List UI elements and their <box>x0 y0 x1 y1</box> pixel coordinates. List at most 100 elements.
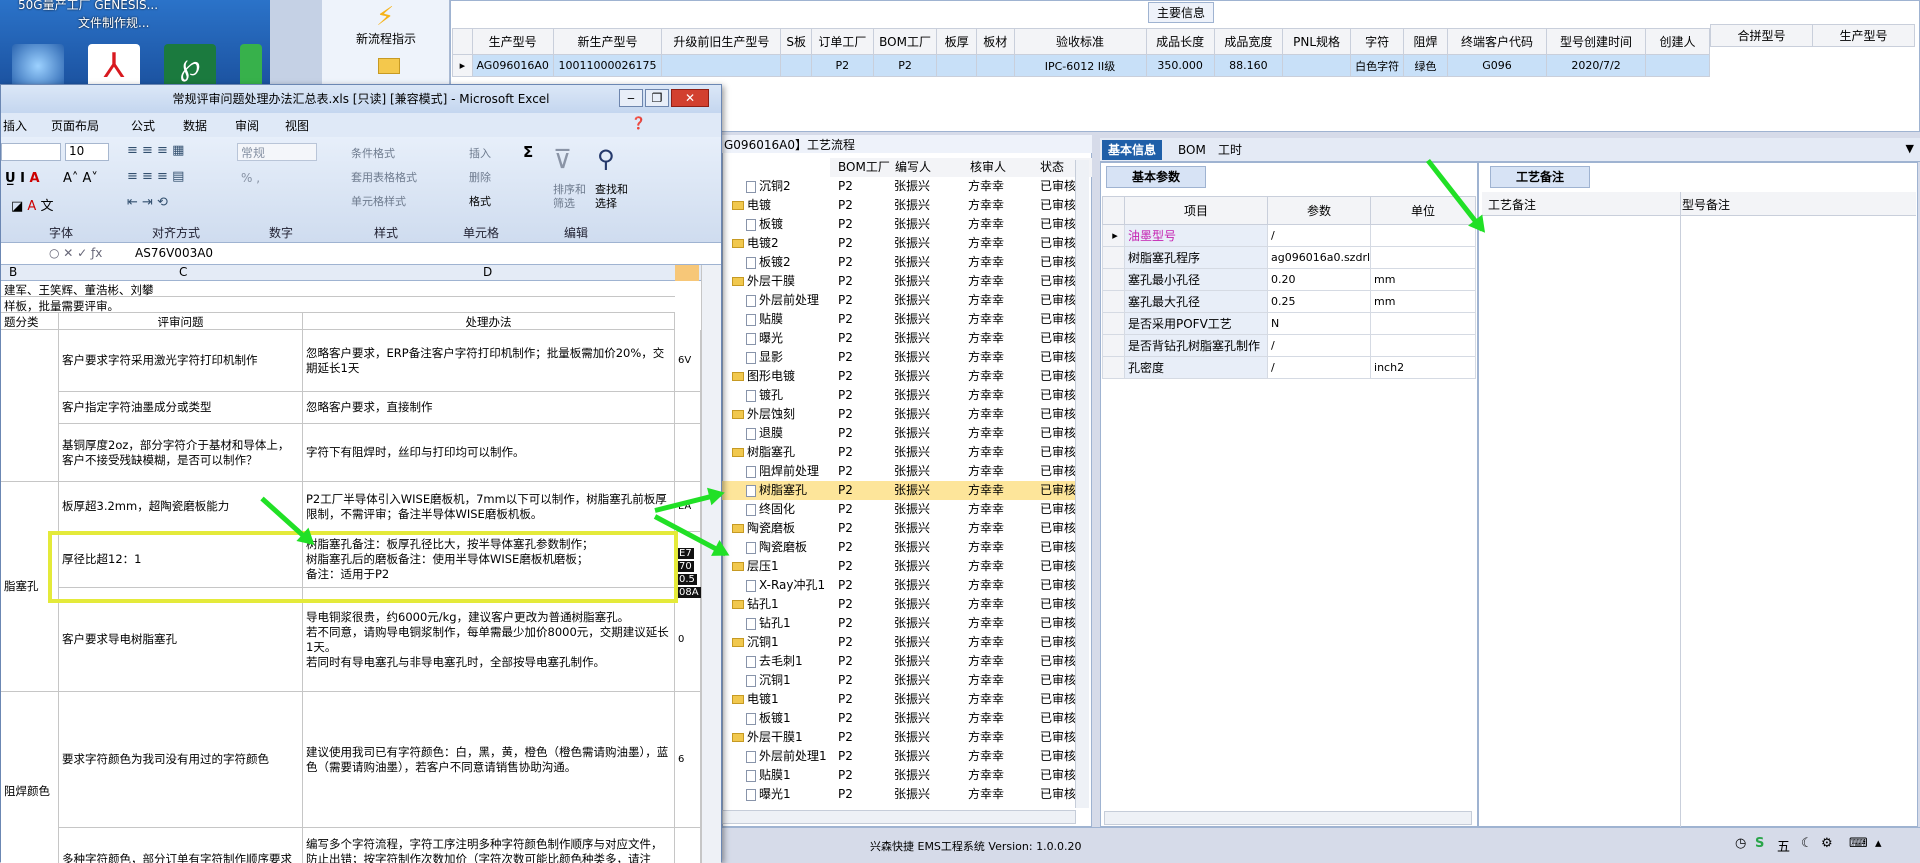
param-value[interactable]: / <box>1266 224 1372 247</box>
more-icon[interactable]: ▴ <box>1875 836 1882 851</box>
col-header-d[interactable]: D <box>483 265 492 279</box>
col-reviewer[interactable]: 核审人 <box>970 158 1006 177</box>
tree-row[interactable]: 沉铜2 P2 张振兴 方幸幸 已审核 <box>722 177 1080 196</box>
main-col-6[interactable]: 板厚 <box>936 28 978 55</box>
pdf-app-icon[interactable]: ⅄ <box>88 44 140 88</box>
main-col-5[interactable]: BOM工厂 <box>872 28 938 55</box>
main-cell-12[interactable]: 白色字符 <box>1350 54 1404 77</box>
tree-row[interactable]: 曝光 P2 张振兴 方幸幸 已审核 <box>722 329 1080 348</box>
percent-icons[interactable]: % , <box>241 171 260 185</box>
tree-row[interactable]: 钻孔1 P2 张振兴 方幸幸 已审核 <box>722 614 1080 633</box>
header-issue[interactable]: 评审问题 <box>59 313 303 330</box>
delete-button[interactable]: 删除 <box>469 169 491 185</box>
main-col-12[interactable]: 字符 <box>1350 28 1404 55</box>
tree-row[interactable]: 陶瓷磨板 P2 张振兴 方幸幸 已审核 <box>722 519 1080 538</box>
align-icons[interactable]: ≡ ≡ ≡ ▦ <box>127 143 184 158</box>
main-col-10[interactable]: 成品宽度 <box>1213 28 1283 55</box>
category-solder-color[interactable]: 阻焊颜色 <box>1 692 59 863</box>
param-row[interactable]: 是否采用POFV工艺 N <box>1102 312 1476 335</box>
main-col-0[interactable]: 生产型号 <box>471 28 554 55</box>
main-cell-15[interactable]: 2020/7/2 <box>1546 54 1647 77</box>
extra-cell[interactable]: 0 <box>675 588 701 692</box>
insert-button[interactable]: 插入 <box>469 145 491 161</box>
merge-col-1[interactable]: 合拼型号 <box>1710 24 1813 47</box>
fill-color-icon[interactable]: ◪ A 文 <box>11 195 53 214</box>
tree-row[interactable]: 外层前处理 P2 张振兴 方幸幸 已审核 <box>722 291 1080 310</box>
col-item[interactable]: 项目 <box>1124 196 1268 225</box>
tree-row[interactable]: 沉铜1 P2 张振兴 方幸幸 已审核 <box>722 633 1080 652</box>
keyboard-icon[interactable]: ⌨ <box>1849 836 1868 851</box>
merge-col-2[interactable]: 生产型号 <box>1812 24 1915 47</box>
ime-icon[interactable]: S <box>1755 836 1764 851</box>
note-line-1[interactable]: 建军、王笑辉、董浩彬、刘攀 <box>1 281 675 297</box>
main-col-4[interactable]: 订单工厂 <box>811 28 874 55</box>
tree-row[interactable]: 退膜 P2 张振兴 方幸幸 已审核 <box>722 424 1080 443</box>
tree-row[interactable]: 钻孔1 P2 张振兴 方幸幸 已审核 <box>722 595 1080 614</box>
main-cell-13[interactable]: 绿色 <box>1403 54 1448 77</box>
main-col-3[interactable]: S板 <box>780 28 813 55</box>
genesis-app-icon[interactable] <box>12 44 64 88</box>
tree-row[interactable]: 树脂塞孔 P2 张振兴 方幸幸 已审核 <box>722 443 1080 462</box>
menu-item-0[interactable]: 插入 <box>3 117 27 134</box>
solution-cell[interactable]: 忽略客户要求，ERP备注客户字符打印机制作；批量板需加价20%，交期延长1天 <box>303 330 675 392</box>
main-col-16[interactable]: 创建人 <box>1645 28 1710 55</box>
main-cell-0[interactable]: AG096016A0 <box>471 54 554 77</box>
tree-row[interactable]: 层压1 P2 张振兴 方幸幸 已审核 <box>722 557 1080 576</box>
sum-icon[interactable]: Σ <box>523 143 533 161</box>
solution-cell[interactable]: 字符下有阻焊时，丝印与打印均可以制作。 <box>303 424 675 482</box>
param-value[interactable]: ag096016a0.szdrl <box>1266 246 1372 269</box>
tree-row[interactable]: 电镀 P2 张振兴 方幸幸 已审核 <box>722 196 1080 215</box>
tree-row[interactable]: 外层干膜1 P2 张振兴 方幸幸 已审核 <box>722 728 1080 747</box>
solution-cell[interactable]: 导电铜浆很贵，约6000元/kg，建议客户更改为普通树脂塞孔。 若不同意，请购导… <box>303 588 675 692</box>
tree-row[interactable]: 外层前处理1 P2 张振兴 方幸幸 已审核 <box>722 747 1080 766</box>
main-cell-6[interactable] <box>936 54 978 77</box>
menu-item-1[interactable]: 页面布局 <box>51 117 99 134</box>
main-cell-8[interactable]: IPC-6012 II级 <box>1013 54 1147 77</box>
param-value[interactable]: / <box>1266 334 1372 357</box>
solution-cell[interactable]: 编写多个字符流程，字符工序注明多种字符颜色制作顺序与对应文件，防止出错；按字符制… <box>303 828 675 863</box>
solution-cell[interactable]: 忽略客户要求，直接制作 <box>303 392 675 424</box>
format-button[interactable]: 格式 <box>469 193 491 209</box>
tab-craft-notes[interactable]: 工艺备注 <box>1490 166 1590 188</box>
issue-cell[interactable]: 多种字符颜色，部分订单有字符制作顺序要求 <box>59 828 303 863</box>
col-header-c[interactable]: C <box>179 265 187 279</box>
col-bom-factory[interactable]: BOM工厂 <box>838 158 890 177</box>
main-cell-14[interactable]: G096 <box>1446 54 1548 77</box>
col-writer[interactable]: 编写人 <box>895 158 931 177</box>
tree-row[interactable]: 去毛刺1 P2 张振兴 方幸幸 已审核 <box>722 652 1080 671</box>
close-icon[interactable]: ✕ <box>671 89 709 107</box>
main-col-1[interactable]: 新生产型号 <box>552 28 663 55</box>
menu-item-4[interactable]: 审阅 <box>235 117 259 134</box>
tree-hscroll[interactable] <box>722 810 1076 824</box>
tree-row[interactable]: 贴膜1 P2 张振兴 方幸幸 已审核 <box>722 766 1080 785</box>
minimize-icon[interactable]: ‒ <box>619 89 643 107</box>
param-row[interactable]: 是否背钻孔树脂塞孔制作 / <box>1102 334 1476 357</box>
software-app-icon[interactable]: ℘ <box>164 44 216 88</box>
extra-cell[interactable]: 6V <box>675 330 701 392</box>
tab-basic-params[interactable]: 基本参数 <box>1106 166 1206 188</box>
main-cell-9[interactable]: 350.000 <box>1145 54 1215 77</box>
issue-cell[interactable]: 板厚超3.2mm，超陶瓷磨板能力 <box>59 482 303 532</box>
main-cell-10[interactable]: 88.160 <box>1213 54 1283 77</box>
tab-basic-info[interactable]: 基本信息 <box>1102 140 1163 160</box>
tree-row[interactable]: 板镀1 P2 张振兴 方幸幸 已审核 <box>722 709 1080 728</box>
param-value[interactable]: / <box>1266 356 1372 379</box>
param-row[interactable]: 塞孔最小孔径 0.20 mm <box>1102 268 1476 291</box>
main-cell-5[interactable]: P2 <box>872 54 938 77</box>
header-category[interactable]: 题分类 <box>1 313 59 330</box>
header-solution[interactable]: 处理办法 <box>303 313 675 330</box>
main-cell-16[interactable] <box>1645 54 1710 77</box>
extra-cell[interactable] <box>675 828 701 863</box>
menu-item-5[interactable]: 视图 <box>285 117 309 134</box>
tab-bom[interactable]: BOM <box>1172 140 1212 160</box>
tree-row[interactable]: 陶瓷磨板 P2 张振兴 方幸幸 已审核 <box>722 538 1080 557</box>
tree-row[interactable]: 镀孔 P2 张振兴 方幸幸 已审核 <box>722 386 1080 405</box>
wrap-icons[interactable]: ≡ ≡ ≡ ▤ <box>127 169 184 184</box>
table-format-button[interactable]: 套用表格格式 <box>351 169 417 185</box>
main-cell-11[interactable] <box>1281 54 1352 77</box>
tree-row[interactable]: 外层干膜 P2 张振兴 方幸幸 已审核 <box>722 272 1080 291</box>
note-line-2[interactable]: 样板，批量需要评审。 <box>1 297 675 313</box>
main-col-15[interactable]: 型号创建时间 <box>1546 28 1647 55</box>
tree-row[interactable]: 沉铜1 P2 张振兴 方幸幸 已审核 <box>722 671 1080 690</box>
solution-cell[interactable]: P2工厂半导体引入WISE磨板机，7mm以下可以制作，树脂塞孔前板厚限制，不需评… <box>303 482 675 532</box>
